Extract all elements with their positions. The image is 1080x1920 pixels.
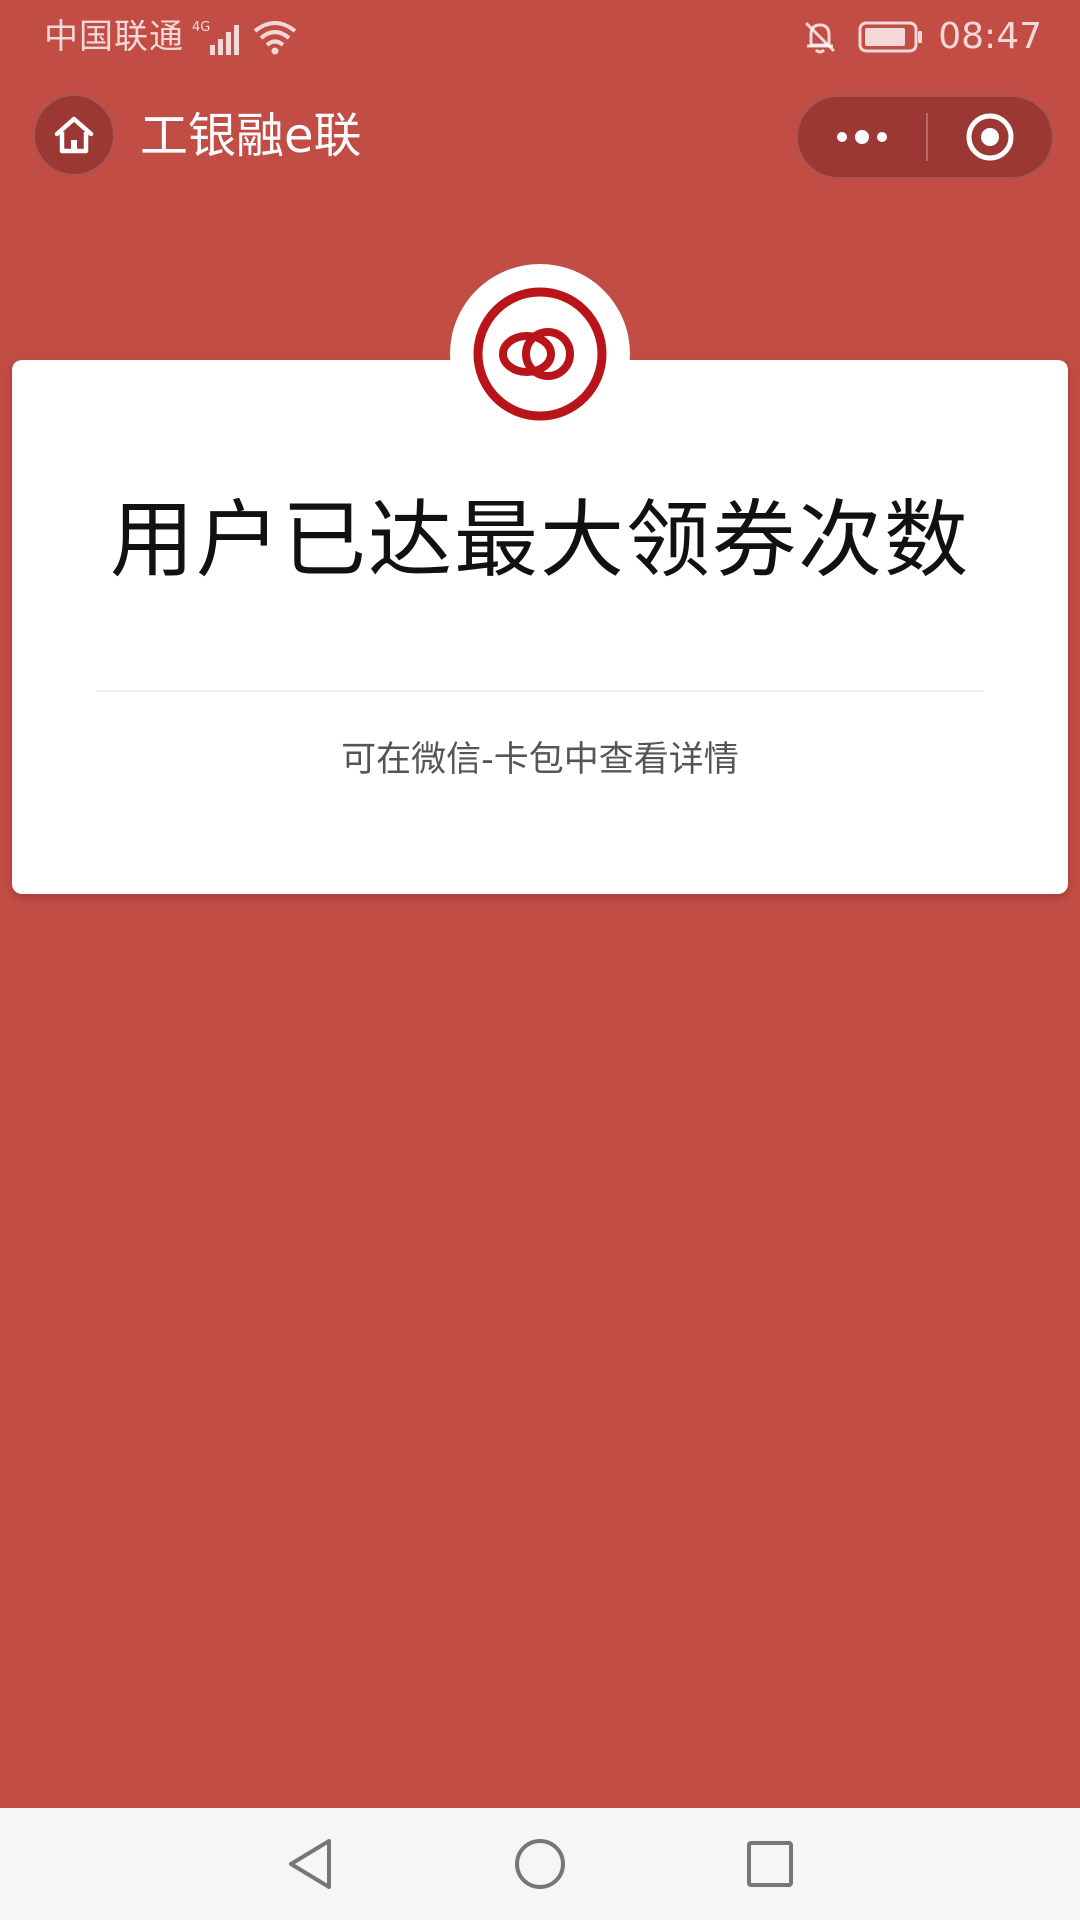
signal-4g-icon: 4G bbox=[192, 20, 239, 55]
wifi-icon bbox=[253, 21, 297, 55]
card-notch-left bbox=[4, 1102, 44, 1142]
home-button[interactable] bbox=[33, 94, 115, 176]
clock-time: 08:47 bbox=[938, 16, 1042, 57]
icbc-rings-logo-icon bbox=[473, 287, 607, 421]
recent-apps-button[interactable] bbox=[740, 1834, 800, 1894]
close-miniprogram-button[interactable] bbox=[928, 97, 1052, 177]
logo-badge bbox=[450, 264, 630, 444]
home-circle-icon bbox=[515, 1839, 565, 1889]
card-notch-right bbox=[1060, 1102, 1080, 1142]
home-icon bbox=[54, 116, 94, 154]
carrier-name: 中国联通 bbox=[44, 17, 184, 57]
app-title: 工银融e联 bbox=[140, 108, 362, 164]
more-button[interactable] bbox=[798, 97, 926, 177]
more-dots-icon bbox=[837, 130, 887, 144]
status-right-icons: 08:47 bbox=[800, 14, 1042, 60]
card-subtitle: 可在微信-卡包中查看详情 bbox=[341, 740, 739, 780]
recent-square-icon bbox=[747, 1841, 793, 1887]
status-left-icons: 4G bbox=[190, 14, 298, 60]
svg-text:4G: 4G bbox=[192, 20, 210, 35]
battery-icon bbox=[858, 21, 923, 53]
target-circle-icon bbox=[966, 113, 1014, 161]
system-nav-bar bbox=[0, 1808, 1080, 1920]
home-nav-button[interactable] bbox=[510, 1834, 570, 1894]
card-divider bbox=[96, 690, 984, 692]
capsule-menu bbox=[796, 95, 1054, 179]
back-triangle-icon bbox=[289, 1839, 331, 1889]
status-bar: 中国联通 4G 08:47 bbox=[0, 0, 1080, 76]
bell-muted-icon bbox=[805, 21, 836, 54]
back-button[interactable] bbox=[280, 1834, 340, 1894]
card-title: 用户已达最大领券次数 bbox=[109, 491, 970, 589]
